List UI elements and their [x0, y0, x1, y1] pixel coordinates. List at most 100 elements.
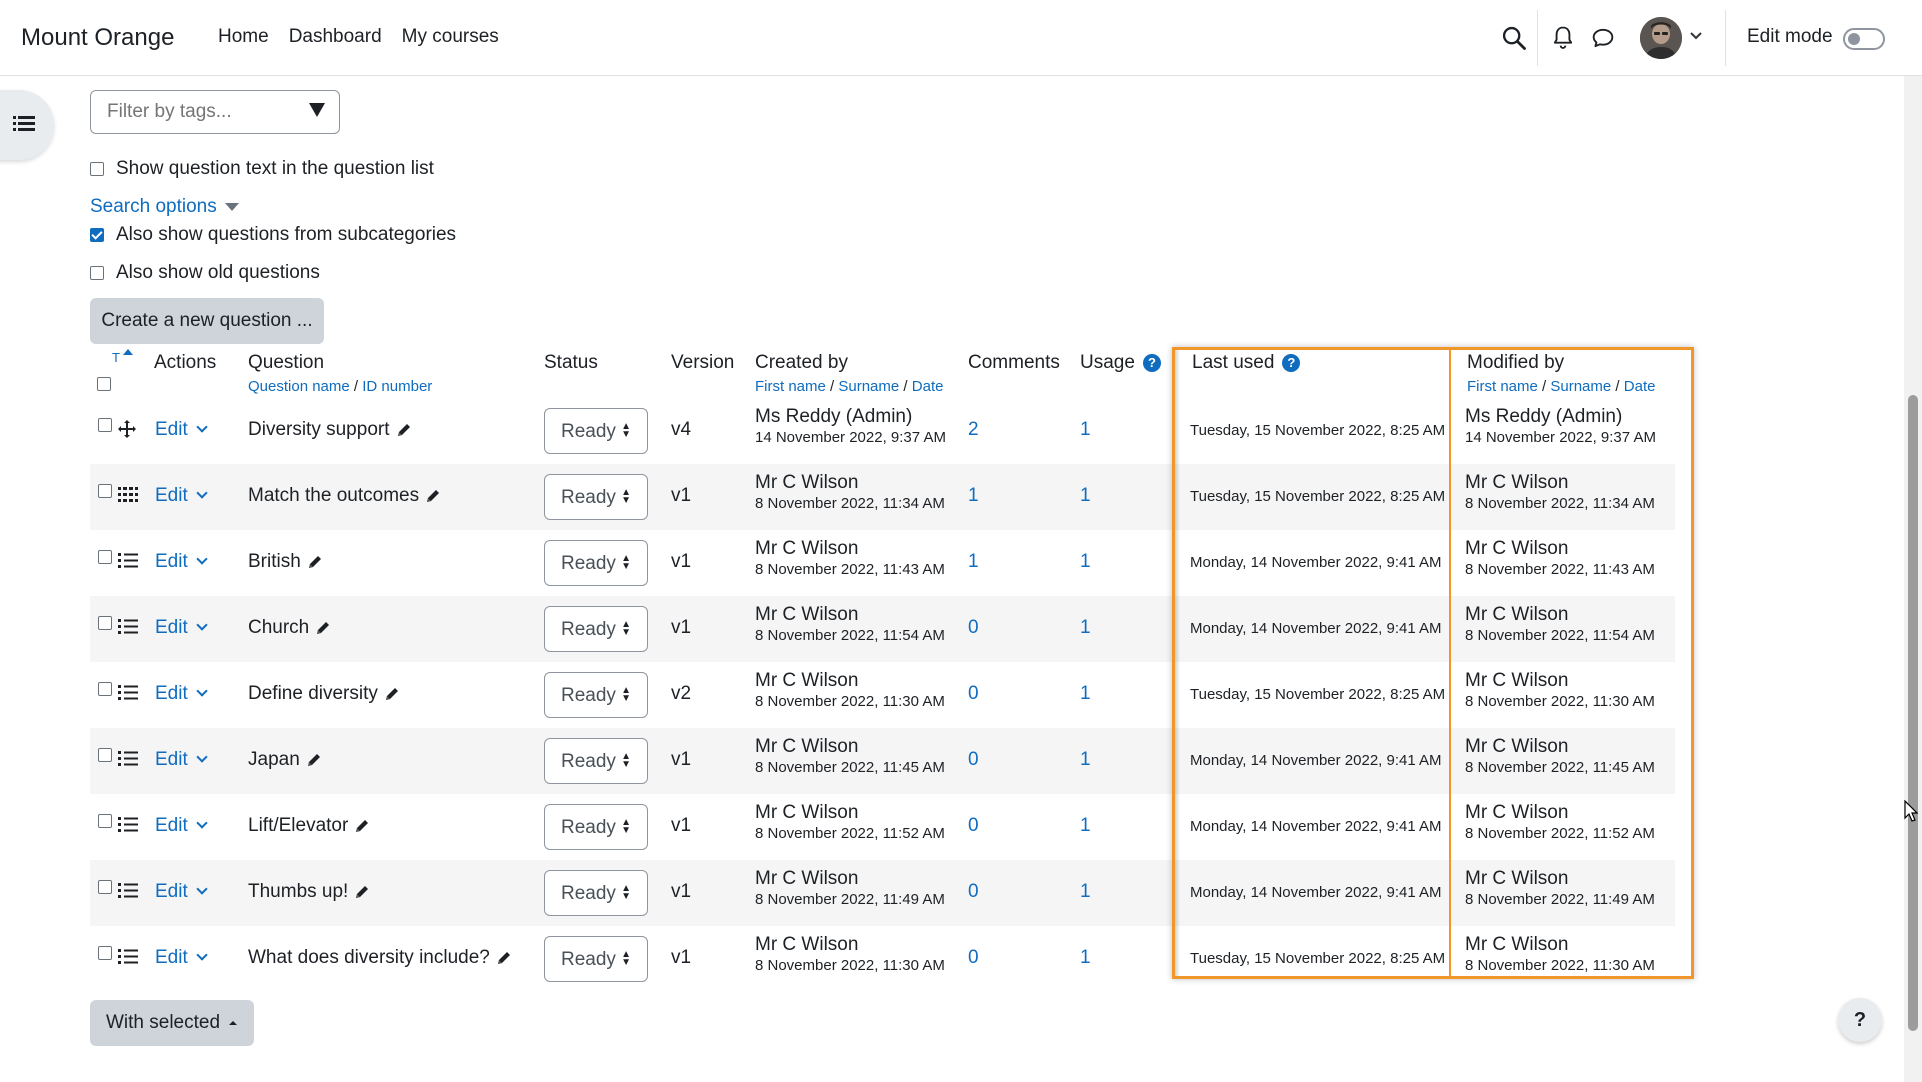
help-button[interactable]: ?	[1838, 998, 1882, 1042]
edit-menu[interactable]: Edit	[155, 881, 208, 903]
edit-label[interactable]: Edit	[155, 485, 188, 506]
status-select[interactable]: Ready ▲ ▼	[544, 474, 648, 520]
sort-created-first-name[interactable]: First name	[755, 378, 826, 395]
pencil-icon[interactable]	[396, 422, 412, 438]
sort-created-date[interactable]: Date	[912, 378, 944, 395]
type-sort-link[interactable]: T	[112, 350, 120, 365]
edit-menu[interactable]: Edit	[155, 551, 208, 573]
create-question-button[interactable]: Create a new question ...	[90, 298, 324, 344]
row-checkbox[interactable]	[98, 484, 112, 498]
tag-filter[interactable]	[90, 90, 340, 134]
usage-link[interactable]: 1	[1080, 683, 1091, 705]
comments-link[interactable]: 0	[968, 617, 979, 639]
pencil-icon[interactable]	[306, 752, 322, 768]
show-question-text-checkbox[interactable]	[90, 162, 104, 176]
search-icon[interactable]	[1500, 24, 1528, 52]
usage-link[interactable]: 1	[1080, 551, 1091, 573]
comments-link[interactable]: 0	[968, 683, 979, 705]
pencil-icon[interactable]	[354, 818, 370, 834]
row-checkbox[interactable]	[98, 616, 112, 630]
usage-link[interactable]: 1	[1080, 749, 1091, 771]
pencil-icon[interactable]	[315, 620, 331, 636]
status-select[interactable]: Ready ▲ ▼	[544, 606, 648, 652]
pencil-icon[interactable]	[307, 554, 323, 570]
chevron-down-icon[interactable]	[196, 883, 208, 895]
site-name[interactable]: Mount Orange	[21, 24, 174, 52]
row-checkbox[interactable]	[98, 814, 112, 828]
nav-home[interactable]: Home	[218, 26, 269, 48]
chevron-down-icon[interactable]	[196, 553, 208, 565]
status-select[interactable]: Ready ▲ ▼	[544, 870, 648, 916]
with-selected-button[interactable]: With selected	[90, 1000, 254, 1046]
edit-label[interactable]: Edit	[155, 881, 188, 902]
bell-icon[interactable]	[1549, 24, 1577, 52]
search-options-toggle[interactable]: Search options	[90, 196, 239, 218]
select-all-checkbox[interactable]	[97, 377, 111, 391]
status-select[interactable]: Ready ▲ ▼	[544, 936, 648, 982]
usage-link[interactable]: 1	[1080, 947, 1091, 969]
row-checkbox[interactable]	[98, 550, 112, 564]
edit-menu[interactable]: Edit	[155, 815, 208, 837]
pencil-icon[interactable]	[384, 686, 400, 702]
edit-label[interactable]: Edit	[155, 749, 188, 770]
search-options-label[interactable]: Search options	[90, 196, 217, 217]
edit-label[interactable]: Edit	[155, 551, 188, 572]
status-select[interactable]: Ready ▲ ▼	[544, 672, 648, 718]
comments-link[interactable]: 2	[968, 419, 979, 441]
scrollbar-thumb[interactable]	[1908, 395, 1918, 1031]
edit-mode-toggle[interactable]	[1843, 28, 1885, 50]
comments-link[interactable]: 1	[968, 551, 979, 573]
sort-id-number[interactable]: ID number	[362, 378, 432, 395]
row-checkbox[interactable]	[98, 880, 112, 894]
edit-label[interactable]: Edit	[155, 683, 188, 704]
user-avatar[interactable]	[1640, 17, 1682, 59]
chevron-down-icon[interactable]	[196, 751, 208, 763]
edit-menu[interactable]: Edit	[155, 617, 208, 639]
row-checkbox[interactable]	[98, 418, 112, 432]
sort-type-header[interactable]: T	[112, 349, 134, 365]
chevron-down-icon[interactable]	[1690, 28, 1702, 44]
usage-link[interactable]: 1	[1080, 881, 1091, 903]
chevron-down-icon[interactable]	[196, 685, 208, 697]
edit-label[interactable]: Edit	[155, 617, 188, 638]
row-checkbox[interactable]	[98, 682, 112, 696]
edit-menu[interactable]: Edit	[155, 683, 208, 705]
pencil-icon[interactable]	[354, 884, 370, 900]
nav-dashboard[interactable]: Dashboard	[289, 26, 382, 48]
edit-menu[interactable]: Edit	[155, 419, 208, 441]
usage-link[interactable]: 1	[1080, 815, 1091, 837]
old-questions-checkbox[interactable]	[90, 266, 104, 280]
sort-question-name[interactable]: Question name	[248, 378, 350, 395]
edit-menu[interactable]: Edit	[155, 749, 208, 771]
message-icon[interactable]	[1589, 24, 1617, 52]
status-select[interactable]: Ready ▲ ▼	[544, 540, 648, 586]
chevron-down-icon[interactable]	[196, 817, 208, 829]
subcategories-checkbox[interactable]	[90, 228, 104, 242]
edit-label[interactable]: Edit	[155, 419, 188, 440]
caret-down-icon[interactable]	[224, 202, 239, 211]
edit-menu[interactable]: Edit	[155, 485, 208, 507]
chevron-down-icon[interactable]	[196, 949, 208, 961]
comments-link[interactable]: 0	[968, 947, 979, 969]
row-checkbox[interactable]	[98, 748, 112, 762]
chevron-down-icon[interactable]	[196, 619, 208, 631]
usage-link[interactable]: 1	[1080, 485, 1091, 507]
status-select[interactable]: Ready ▲ ▼	[544, 738, 648, 784]
pencil-icon[interactable]	[425, 488, 441, 504]
status-select[interactable]: Ready ▲ ▼	[544, 408, 648, 454]
edit-label[interactable]: Edit	[155, 947, 188, 968]
row-checkbox[interactable]	[98, 946, 112, 960]
chevron-down-icon[interactable]	[196, 487, 208, 499]
caret-down-icon[interactable]	[309, 103, 325, 117]
nav-my-courses[interactable]: My courses	[402, 26, 499, 48]
edit-label[interactable]: Edit	[155, 815, 188, 836]
edit-menu[interactable]: Edit	[155, 947, 208, 969]
comments-link[interactable]: 0	[968, 815, 979, 837]
comments-link[interactable]: 0	[968, 749, 979, 771]
usage-link[interactable]: 1	[1080, 419, 1091, 441]
sort-created-surname[interactable]: Surname	[838, 378, 899, 395]
tag-filter-input[interactable]	[105, 100, 299, 124]
pencil-icon[interactable]	[496, 950, 512, 966]
course-index-drawer-button[interactable]	[0, 90, 54, 160]
comments-link[interactable]: 0	[968, 881, 979, 903]
